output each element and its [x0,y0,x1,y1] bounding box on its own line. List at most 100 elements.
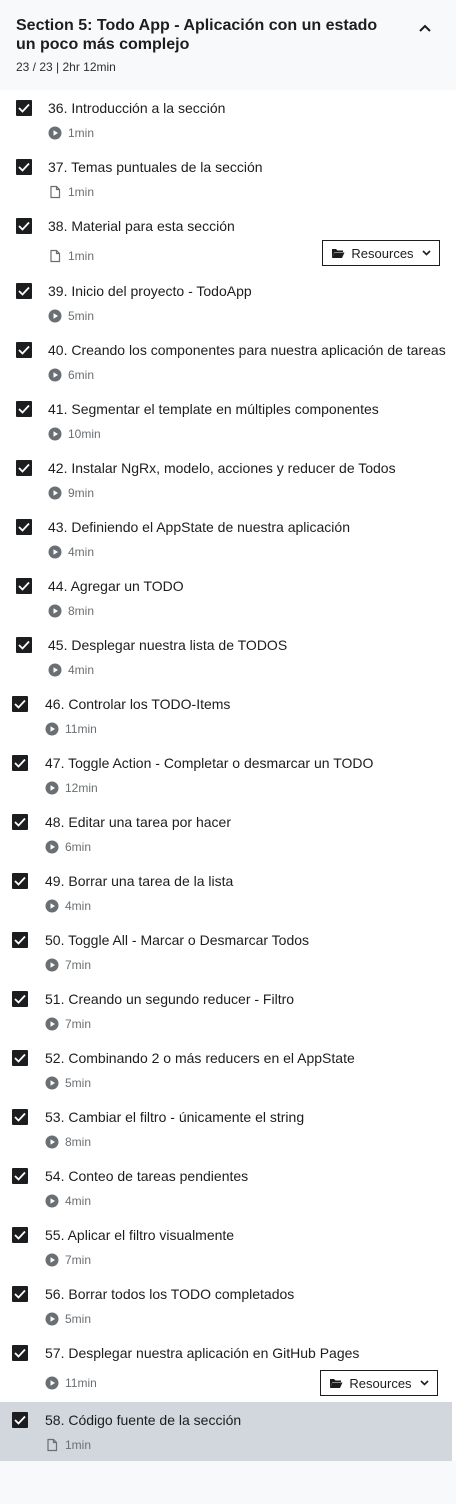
checkmark-icon [14,1053,26,1063]
lecture-meta: 11min [45,722,97,736]
play-circle-icon [48,309,62,323]
lecture-title[interactable]: 47. Toggle Action - Completar o desmarca… [45,755,373,772]
checkmark-icon [18,162,30,172]
completed-checkbox[interactable] [12,1227,28,1243]
lecture-title[interactable]: 48. Editar una tarea por hacer [45,814,231,831]
completed-checkbox[interactable] [16,283,32,299]
lecture-duration: 1min [68,126,95,140]
lecture-title[interactable]: 57. Desplegar nuestra aplicación en GitH… [45,1345,359,1362]
checkmark-icon [14,817,26,827]
checkmark-icon [18,286,30,296]
play-circle-icon [48,663,62,677]
lecture-title[interactable]: 45. Desplegar nuestra lista de TODOS [48,637,287,654]
lecture-item[interactable]: 39. Inicio del proyecto - TodoApp 5min [0,273,456,332]
lecture-duration: 12min [65,781,98,795]
lecture-item[interactable]: 36. Introducción a la sección 1min [0,90,456,149]
lecture-duration: 10min [68,427,101,441]
lecture-meta: 4min [48,545,94,559]
lecture-item[interactable]: 51. Creando un segundo reducer - Filtro 7… [0,981,456,1040]
lecture-item[interactable]: 46. Controlar los TODO-Items 11min [0,686,456,745]
completed-checkbox[interactable] [12,1109,28,1125]
lecture-title[interactable]: 41. Segmentar el template en múltiples c… [48,401,379,418]
lecture-title[interactable]: 43. Definiendo el AppState de nuestra ap… [48,519,350,536]
lecture-item[interactable]: 55. Aplicar el filtro visualmente 7min [0,1217,456,1276]
lecture-item[interactable]: 49. Borrar una tarea de la lista 4min [0,863,456,922]
lecture-item[interactable]: 42. Instalar NgRx, modelo, acciones y re… [0,450,456,509]
completed-checkbox[interactable] [16,218,32,234]
lecture-item[interactable]: 48. Editar una tarea por hacer 6min [0,804,456,863]
lecture-title[interactable]: 37. Temas puntuales de la sección [48,159,263,176]
lecture-item[interactable]: 40. Creando los componentes para nuestra… [0,332,456,391]
lecture-title[interactable]: 38. Material para esta sección [48,218,235,235]
play-circle-icon [48,126,62,140]
lecture-item[interactable]: 37. Temas puntuales de la sección 1min [0,149,456,208]
lecture-title[interactable]: 50. Toggle All - Marcar o Desmarcar Todo… [45,932,309,949]
completed-checkbox[interactable] [12,991,28,1007]
completed-checkbox[interactable] [16,460,32,476]
lecture-item[interactable]: 38. Material para esta sección 1min Resour… [0,208,456,273]
lecture-duration: 11min [65,1376,97,1390]
play-circle-icon [45,840,59,854]
checkmark-icon [14,876,26,886]
completed-checkbox[interactable] [16,637,32,653]
completed-checkbox[interactable] [12,1286,28,1302]
play-circle-icon [48,368,62,382]
lecture-item[interactable]: 54. Conteo de tareas pendientes 4min [0,1158,456,1217]
play-circle-icon [45,1376,59,1390]
lecture-duration: 4min [68,545,95,559]
completed-checkbox[interactable] [12,932,28,948]
lecture-item[interactable]: 43. Definiendo el AppState de nuestra ap… [0,509,456,568]
lecture-meta: 10min [48,427,101,441]
lecture-item[interactable]: 56. Borrar todos los TODO completados 5mi… [0,1276,456,1335]
lecture-title[interactable]: 44. Agregar un TODO [48,578,184,595]
lecture-title[interactable]: 58. Código fuente de la sección [45,1412,241,1429]
resources-button[interactable]: Resources [322,240,440,266]
completed-checkbox[interactable] [16,342,32,358]
file-icon [50,249,61,263]
completed-checkbox[interactable] [12,1345,28,1361]
chevron-up-icon[interactable] [418,20,436,34]
lecture-meta: 12min [45,781,98,795]
lecture-item[interactable]: 41. Segmentar el template en múltiples c… [0,391,456,450]
lecture-item[interactable]: 57. Desplegar nuestra aplicación en GitH… [0,1335,456,1402]
lecture-title[interactable]: 52. Combinando 2 o más reducers en el Ap… [45,1050,355,1067]
lecture-item[interactable]: 50. Toggle All - Marcar o Desmarcar Todo… [0,922,456,981]
completed-checkbox[interactable] [12,1412,28,1428]
lecture-meta: 7min [45,1017,91,1031]
completed-checkbox[interactable] [12,873,28,889]
completed-checkbox[interactable] [16,159,32,175]
completed-checkbox[interactable] [12,1050,28,1066]
lecture-title[interactable]: 51. Creando un segundo reducer - Filtro [45,991,294,1008]
lecture-title[interactable]: 39. Inicio del proyecto - TodoApp [48,283,252,300]
section-header[interactable]: Section 5: Todo App - Aplicación con un … [0,0,456,90]
lecture-title[interactable]: 36. Introducción a la sección [48,100,225,117]
completed-checkbox[interactable] [16,578,32,594]
checkmark-icon [14,1289,26,1299]
completed-checkbox[interactable] [12,1168,28,1184]
lecture-title[interactable]: 54. Conteo de tareas pendientes [45,1168,248,1185]
lecture-item[interactable]: 47. Toggle Action - Completar o desmarca… [0,745,456,804]
lecture-meta: 5min [45,1076,91,1090]
lecture-title[interactable]: 55. Aplicar el filtro visualmente [45,1227,234,1244]
lecture-item[interactable]: 45. Desplegar nuestra lista de TODOS 4min [0,627,456,686]
lecture-title[interactable]: 46. Controlar los TODO-Items [45,696,230,713]
lecture-title[interactable]: 53. Cambiar el filtro - únicamente el st… [45,1109,304,1126]
lecture-title[interactable]: 56. Borrar todos los TODO completados [45,1286,294,1303]
lecture-title[interactable]: 49. Borrar una tarea de la lista [45,873,233,890]
lecture-duration: 6min [65,840,92,854]
lecture-item[interactable]: 52. Combinando 2 o más reducers en el Ap… [0,1040,456,1099]
lecture-item[interactable]: 58. Código fuente de la sección 1min [0,1402,452,1461]
lecture-title[interactable]: 40. Creando los componentes para nuestra… [48,342,446,359]
completed-checkbox[interactable] [12,696,28,712]
resources-button[interactable]: Resources [320,1370,438,1396]
completed-checkbox[interactable] [12,814,28,830]
checkmark-icon [18,463,30,473]
completed-checkbox[interactable] [16,401,32,417]
lecture-title[interactable]: 42. Instalar NgRx, modelo, acciones y re… [48,460,396,477]
completed-checkbox[interactable] [16,519,32,535]
lecture-item[interactable]: 44. Agregar un TODO 8min [0,568,456,627]
completed-checkbox[interactable] [16,100,32,116]
lecture-duration: 1min [68,185,95,199]
completed-checkbox[interactable] [12,755,28,771]
lecture-item[interactable]: 53. Cambiar el filtro - únicamente el st… [0,1099,456,1158]
